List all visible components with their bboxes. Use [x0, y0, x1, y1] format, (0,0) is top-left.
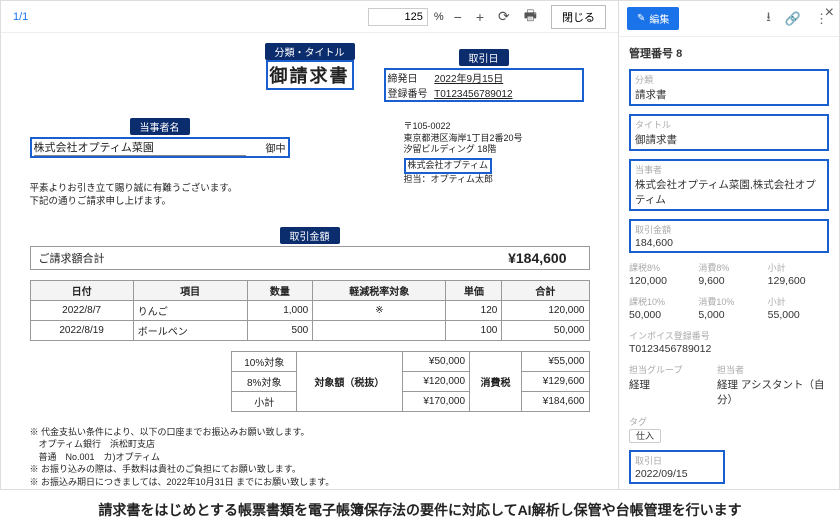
- field-tag: タグ 仕入: [629, 415, 829, 442]
- addr-zip: 〒105-0022: [404, 121, 584, 133]
- col-unit: 単価: [446, 280, 502, 300]
- mgmt-number: 8: [676, 48, 682, 60]
- zoom-controls: % − + ⟳ 🖶: [368, 5, 541, 29]
- date-tag: 取引日: [459, 49, 509, 66]
- zoom-input[interactable]: [368, 8, 428, 26]
- addr-company: 株式会社オプティム: [404, 158, 492, 174]
- payment-notes: ※ 代金支払い条件により、以下の口座までお振込みお願い致します。 オプティム銀行…: [30, 426, 590, 489]
- address-block: 〒105-0022 東京都港区海岸1丁目2番20号 汐留ビルディング 18階 株…: [404, 121, 584, 185]
- party-suffix: 御中: [246, 140, 286, 155]
- app-frame: 1/1 % − + ⟳ 🖶 閉じる 分類・タイトル 御請求書 取引日: [0, 0, 840, 490]
- date-block: 取引日 締発日 2022年9月15日 登録番号 T0123456789012: [384, 49, 584, 102]
- title-tag: 分類・タイトル: [265, 43, 355, 60]
- party-tag: 当事者名: [130, 118, 190, 135]
- close-x-icon[interactable]: ×: [825, 4, 834, 22]
- party-block: 当事者名 株式会社オプティム菜園 御中: [30, 118, 290, 158]
- pencil-icon: ✎: [637, 13, 645, 24]
- field-party: 当事者 株式会社オプティム菜園,株式会社オプティム: [629, 159, 829, 211]
- greeting-text: 平素よりお引き立て賜り誠に有難うございます。 下記の通りご請求申し上げます。: [30, 182, 590, 209]
- line-items-table: 日付 項目 数量 軽減税率対象 単価 合計 2022/8/7 りんご 1,000…: [30, 280, 590, 341]
- table-row: 2022/8/19 ボールペン 500 100 50,000: [30, 320, 589, 340]
- col-date: 日付: [30, 280, 133, 300]
- field-amount: 取引金額 184,600: [629, 219, 829, 253]
- party-name: 株式会社オプティム菜園: [34, 139, 246, 156]
- table-row: 2022/8/7 りんご 1,000 ※ 120 120,000: [30, 300, 589, 320]
- download-icon[interactable]: ⭳: [763, 8, 774, 30]
- mgmt-label: 管理番号: [629, 48, 673, 60]
- addr-contact: 担当：オプティム太郎: [404, 174, 584, 186]
- close-button[interactable]: 閉じる: [551, 5, 606, 29]
- issue-date-label: 締発日: [388, 70, 432, 85]
- page-indicator: 1/1: [13, 11, 358, 23]
- panel-body[interactable]: 管理番号 8 分類 請求書 タイトル 御請求書 当事者 株式会社オプティム菜園,…: [619, 37, 839, 489]
- field-invoice-reg: インボイス登録番号 T0123456789012: [629, 329, 829, 355]
- edit-button[interactable]: ✎編集: [627, 7, 679, 30]
- doc-title: 御請求書: [266, 60, 354, 90]
- viewer-toolbar: 1/1 % − + ⟳ 🖶 閉じる: [1, 1, 618, 33]
- zoom-percent-label: %: [434, 11, 444, 23]
- col-qty: 数量: [247, 280, 313, 300]
- field-txn-date: 取引日 2022/09/15: [629, 450, 725, 484]
- field-category: 分類 請求書: [629, 69, 829, 106]
- addr-line2: 汐留ビルディング 18階: [404, 144, 584, 156]
- amount-section: 取引金額 ご請求額合計 ¥184,600: [30, 227, 590, 270]
- panel-toolbar: ✎編集 ⭳ 🔗 ⋮: [619, 1, 839, 37]
- page-caption: 請求書をはじめとする帳票書類を電子帳簿保存法の要件に対応してAI解析し保管や台帳…: [0, 490, 840, 530]
- reg-label: 登録番号: [388, 85, 432, 100]
- amount-label: ご請求額合計: [33, 247, 489, 269]
- detail-panel: ✎編集 ⭳ 🔗 ⋮ 管理番号 8 分類 請求書 タイトル 御請求書 当事者 株式…: [619, 1, 839, 489]
- reg-number: T0123456789012: [434, 89, 512, 100]
- tax-summary-table: 10%対象 対象額（税抜） ¥50,000 消費税 ¥55,000 8%対象 ¥…: [231, 351, 589, 412]
- zoom-out-icon[interactable]: −: [450, 9, 466, 25]
- main-view: 1/1 % − + ⟳ 🖶 閉じる 分類・タイトル 御請求書 取引日: [1, 1, 619, 489]
- invoice-document: 分類・タイトル 御請求書 取引日 締発日 2022年9月15日 登録番号 T01…: [30, 41, 590, 481]
- field-title: タイトル 御請求書: [629, 114, 829, 151]
- document-area[interactable]: 分類・タイトル 御請求書 取引日 締発日 2022年9月15日 登録番号 T01…: [1, 33, 618, 489]
- zoom-in-icon[interactable]: +: [472, 9, 488, 25]
- col-reduced: 軽減税率対象: [313, 280, 446, 300]
- print-icon[interactable]: 🖶: [520, 5, 541, 29]
- col-total: 合計: [502, 280, 589, 300]
- amount-value: ¥184,600: [488, 247, 586, 269]
- col-item: 項目: [133, 280, 247, 300]
- addr-line1: 東京都港区海岸1丁目2番20号: [404, 133, 584, 145]
- rotate-icon[interactable]: ⟳: [494, 8, 514, 25]
- issue-date: 2022年9月15日: [434, 74, 503, 85]
- link-icon[interactable]: 🔗: [782, 11, 804, 27]
- amount-tag: 取引金額: [280, 227, 340, 244]
